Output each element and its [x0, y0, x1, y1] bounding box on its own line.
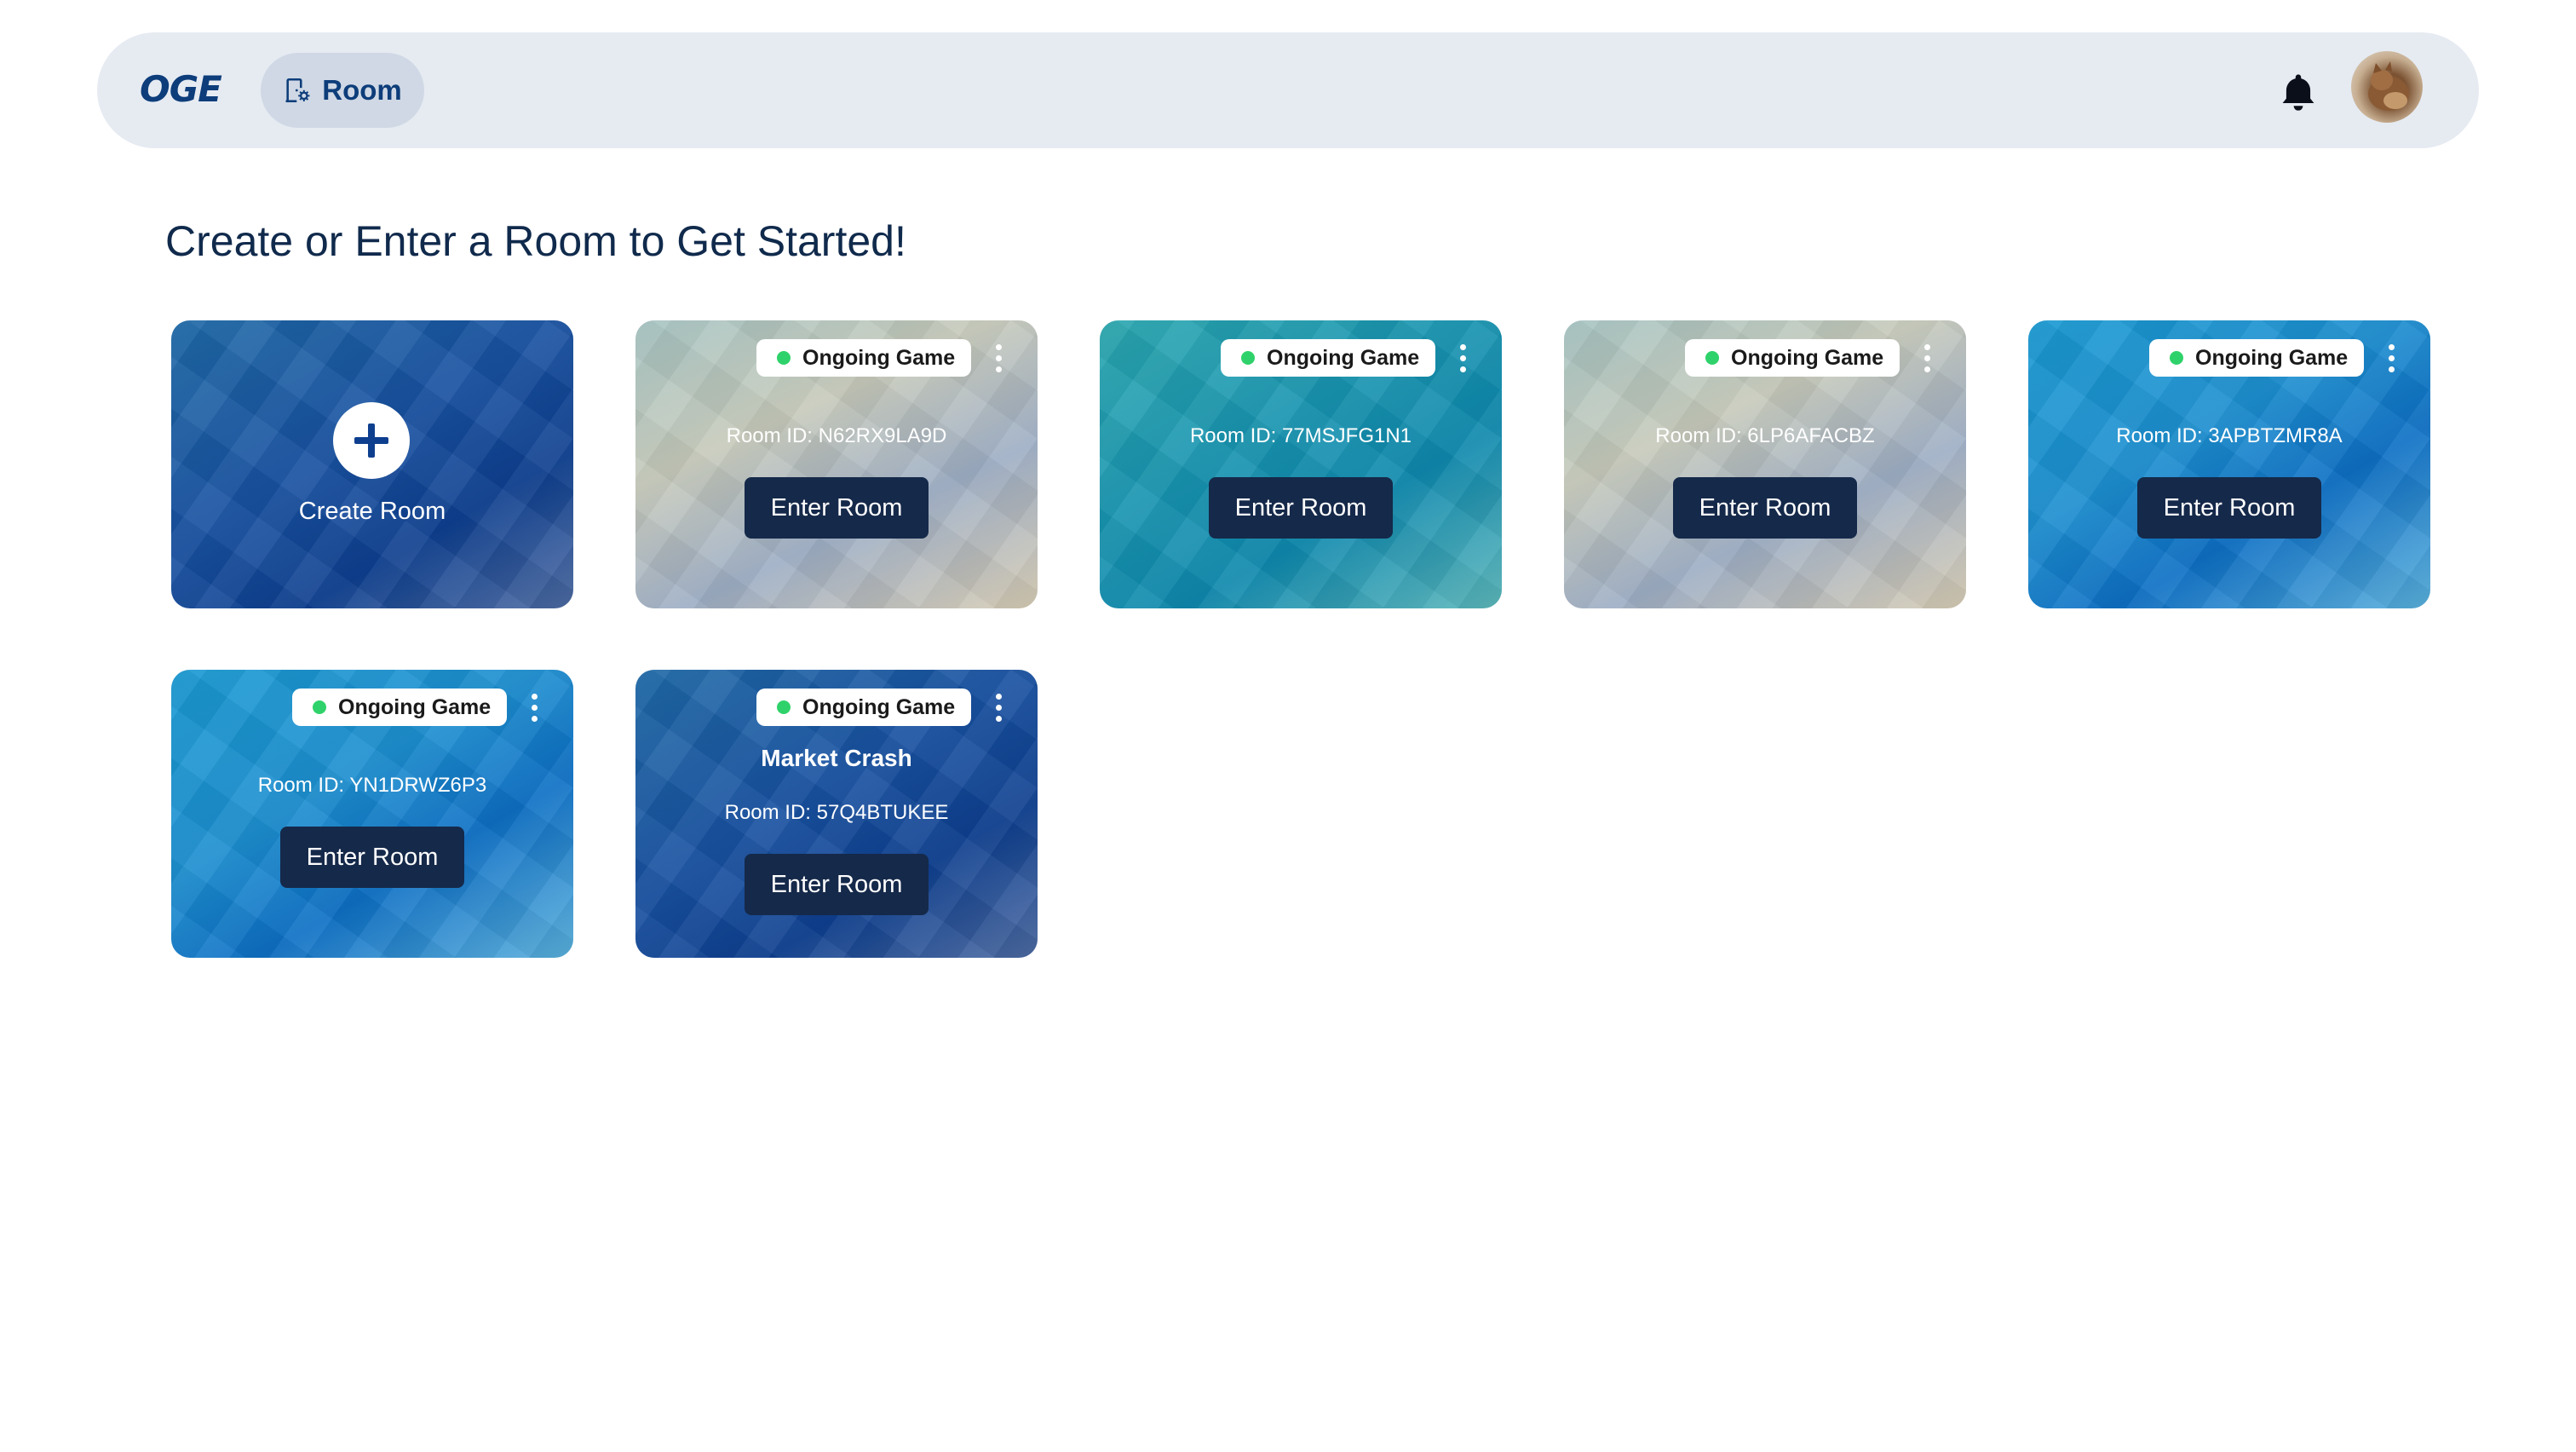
more-options-icon[interactable] — [985, 690, 1012, 724]
room-card: Ongoing Game Room ID: 3APBTZMR8A Enter R… — [2028, 320, 2430, 608]
create-room-card[interactable]: Create Room — [171, 320, 573, 608]
status-dot — [1705, 351, 1719, 365]
status-badge: Ongoing Game — [1221, 339, 1435, 377]
status-dot — [313, 700, 326, 714]
door-gear-icon — [285, 78, 310, 103]
room-id: Room ID: 77MSJFG1N1 — [1189, 424, 1412, 447]
enter-room-button[interactable]: Enter Room — [280, 827, 464, 888]
status-badge: Ongoing Game — [292, 689, 507, 726]
enter-room-button[interactable]: Enter Room — [745, 477, 929, 539]
more-options-icon[interactable] — [1449, 341, 1476, 375]
room-id: Room ID: YN1DRWZ6P3 — [257, 774, 487, 797]
status-badge-label: Ongoing Game — [802, 694, 956, 719]
more-options-icon[interactable] — [2378, 341, 2405, 375]
nav-tab-room[interactable]: Room — [261, 53, 424, 128]
avatar-photo — [2368, 61, 2409, 111]
status-dot — [777, 351, 791, 365]
more-options-icon[interactable] — [520, 690, 548, 724]
enter-room-button[interactable]: Enter Room — [1209, 477, 1393, 539]
room-id: Room ID: 6LP6AFACBZ — [1655, 424, 1875, 447]
status-dot — [1241, 351, 1255, 365]
more-options-icon[interactable] — [1913, 341, 1941, 375]
room-id: Room ID: 57Q4BTUKEE — [724, 801, 949, 824]
room-card: Ongoing Game Room ID: N62RX9LA9D Enter R… — [635, 320, 1038, 608]
room-id: Room ID: 3APBTZMR8A — [2116, 424, 2343, 447]
top-navigation-bar: OGE Room — [97, 32, 2479, 148]
room-id: Room ID: N62RX9LA9D — [726, 424, 947, 447]
enter-room-button[interactable]: Enter Room — [2137, 477, 2321, 539]
enter-room-button[interactable]: Enter Room — [745, 854, 929, 915]
room-name: Market Crash — [761, 745, 912, 771]
nav-tab-room-label: Room — [322, 74, 402, 106]
create-room-label: Create Room — [298, 498, 446, 525]
more-options-icon[interactable] — [985, 341, 1012, 375]
app-logo[interactable]: OGE — [140, 68, 222, 110]
enter-room-button[interactable]: Enter Room — [1673, 477, 1857, 539]
status-badge: Ongoing Game — [756, 689, 971, 726]
plus-icon[interactable] — [333, 402, 410, 479]
status-badge-label: Ongoing Game — [2195, 345, 2349, 370]
room-card: Ongoing Game Room ID: YN1DRWZ6P3 Enter R… — [171, 670, 573, 958]
status-badge-label: Ongoing Game — [338, 694, 492, 719]
status-badge-label: Ongoing Game — [1267, 345, 1420, 370]
status-badge-label: Ongoing Game — [1731, 345, 1884, 370]
user-avatar[interactable] — [2351, 51, 2423, 123]
bell-icon[interactable] — [2276, 70, 2320, 114]
status-dot — [777, 700, 791, 714]
room-card: Ongoing Game Room ID: 77MSJFG1N1 Enter R… — [1100, 320, 1502, 608]
status-dot — [2170, 351, 2183, 365]
room-card: Ongoing Game Market Crash Room ID: 57Q4B… — [635, 670, 1038, 958]
status-badge: Ongoing Game — [2149, 339, 2364, 377]
room-card: Ongoing Game Room ID: 6LP6AFACBZ Enter R… — [1564, 320, 1966, 608]
page-title: Create or Enter a Room to Get Started! — [165, 217, 906, 265]
status-badge: Ongoing Game — [756, 339, 971, 377]
status-badge-label: Ongoing Game — [802, 345, 956, 370]
status-badge: Ongoing Game — [1685, 339, 1900, 377]
